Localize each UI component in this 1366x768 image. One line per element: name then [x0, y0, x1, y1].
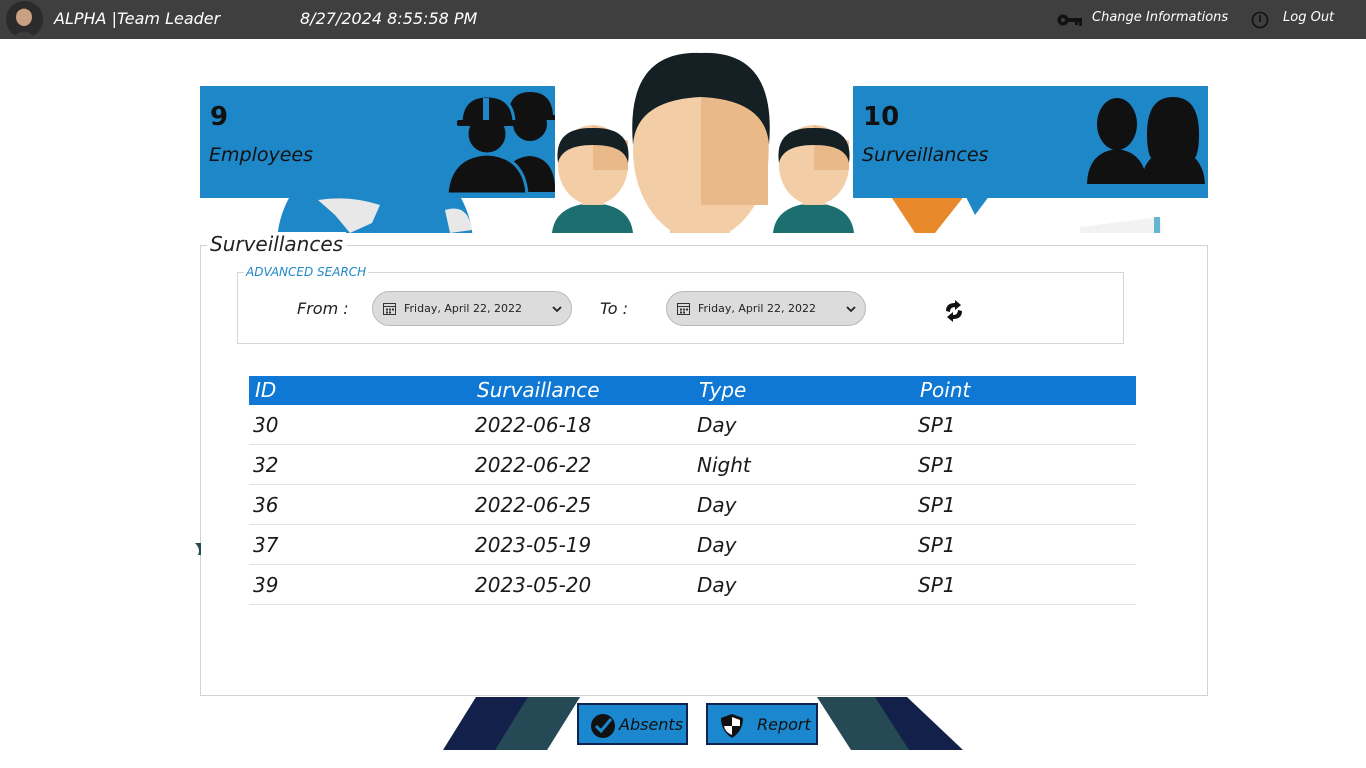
absents-button[interactable]: Absents: [577, 703, 688, 745]
cell-point: SP1: [918, 413, 956, 437]
to-date-value: Friday, April 22, 2022: [698, 302, 816, 315]
cell-id: 37: [253, 533, 279, 557]
cell-id: 30: [253, 413, 279, 437]
surveillances-card[interactable]: 10 Surveillances: [853, 86, 1208, 198]
current-datetime: 8/27/2024 8:55:58 PM: [300, 9, 478, 28]
cell-point: SP1: [918, 493, 956, 517]
cell-survaillance: 2022-06-18: [475, 413, 592, 437]
shield-icon: [721, 714, 743, 738]
decorative-mark: [195, 543, 201, 555]
cell-id: 39: [253, 573, 279, 597]
cell-survaillance: 2023-05-19: [475, 533, 592, 557]
from-date-picker[interactable]: Friday, April 22, 2022: [372, 291, 572, 326]
cell-type: Day: [697, 493, 737, 517]
absents-label: Absents: [619, 715, 684, 734]
user-avatar: [6, 1, 43, 38]
from-date-value: Friday, April 22, 2022: [404, 302, 522, 315]
report-label: Report: [757, 715, 811, 734]
cell-point: SP1: [918, 573, 956, 597]
cell-type: Day: [697, 573, 737, 597]
surveillances-count: 10: [863, 102, 900, 132]
check-circle-icon: [591, 714, 615, 738]
cell-point: SP1: [918, 453, 956, 477]
top-bar: ALPHA |Team Leader 8/27/2024 8:55:58 PM …: [0, 0, 1366, 39]
cell-id: 36: [253, 493, 279, 517]
workers-hardhat-icon: [445, 92, 555, 196]
to-date-picker[interactable]: Friday, April 22, 2022: [666, 291, 866, 326]
panel-title: Surveillances: [207, 232, 347, 256]
cell-survaillance: 2022-06-25: [475, 493, 592, 517]
employees-label: Employees: [209, 144, 313, 166]
cell-point: SP1: [918, 533, 956, 557]
cell-id: 32: [253, 453, 279, 477]
table-row[interactable]: 30 2022-06-18 Day SP1: [249, 405, 1136, 445]
logout-icon[interactable]: [1251, 11, 1269, 29]
employees-count: 9: [210, 102, 229, 132]
user-role-label: ALPHA |Team Leader: [54, 9, 221, 28]
calendar-icon: [383, 303, 396, 315]
chevron-down-icon: [846, 306, 856, 313]
column-header-id[interactable]: ID: [255, 378, 276, 402]
advanced-search-legend: ADVANCED SEARCH: [244, 265, 369, 279]
table-row[interactable]: 36 2022-06-25 Day SP1: [249, 485, 1136, 525]
table-row[interactable]: 37 2023-05-19 Day SP1: [249, 525, 1136, 565]
cell-survaillance: 2022-06-22: [475, 453, 592, 477]
logout-link[interactable]: Log Out: [1283, 10, 1334, 25]
cell-type: Night: [697, 453, 751, 477]
to-label: To :: [600, 299, 629, 318]
people-pair-icon: [1087, 97, 1205, 184]
from-label: From :: [297, 299, 349, 318]
bottom-decoration: [443, 697, 963, 750]
column-header-point[interactable]: Point: [920, 378, 970, 402]
table-header: ID Survaillance Type Point: [249, 376, 1136, 405]
key-icon[interactable]: [1057, 13, 1083, 27]
chevron-down-icon: [552, 306, 562, 313]
change-informations-link[interactable]: Change Informations: [1092, 10, 1228, 25]
table-row[interactable]: 32 2022-06-22 Night SP1: [249, 445, 1136, 485]
table-row[interactable]: 39 2023-05-20 Day SP1: [249, 565, 1136, 605]
column-header-survaillance[interactable]: Survaillance: [477, 378, 600, 402]
refresh-arrows-icon[interactable]: [942, 299, 966, 323]
calendar-icon: [677, 303, 690, 315]
surveillances-label: Surveillances: [862, 144, 989, 166]
employees-card[interactable]: 9 Employees: [200, 86, 555, 198]
cell-type: Day: [697, 533, 737, 557]
column-header-type[interactable]: Type: [699, 378, 746, 402]
report-button[interactable]: Report: [706, 703, 818, 745]
cell-survaillance: 2023-05-20: [475, 573, 592, 597]
cell-type: Day: [697, 413, 737, 437]
